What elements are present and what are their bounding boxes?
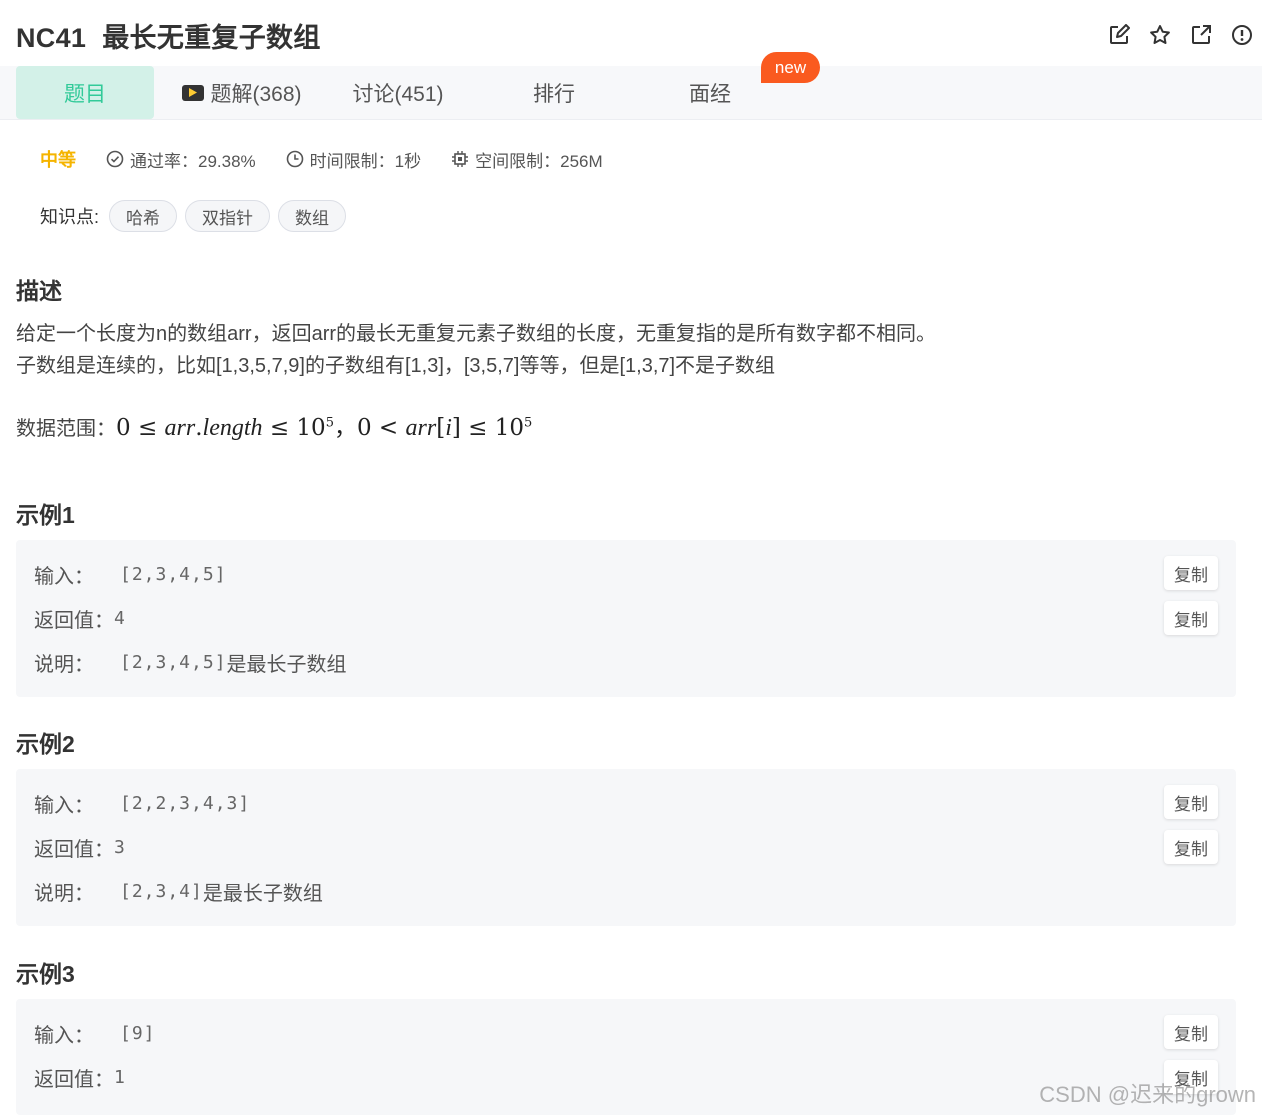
share-icon[interactable]: [1188, 22, 1213, 47]
input-label: 输入：: [34, 795, 94, 817]
example-1-explain-code: [2,3,4,5]: [120, 652, 227, 673]
tab-solutions[interactable]: 题解(368): [178, 66, 306, 119]
clock-icon: [286, 150, 303, 168]
output-label: 返回值：: [34, 839, 114, 861]
knowledge-points: 知识点: 哈希 双指针 数组: [40, 200, 354, 232]
example-2-input-value: [2,2,3,4,3]: [120, 793, 251, 814]
example-2-box: 输入： [2,2,3,4,3] 复制 返回值： 3 复制 说明： [2,3,4]…: [16, 769, 1236, 926]
example-3-output: 返回值： 1: [34, 1063, 126, 1092]
output-label: 返回值：: [34, 1069, 114, 1091]
tag-array[interactable]: 数组: [278, 200, 347, 232]
copy-button[interactable]: 复制: [1164, 556, 1218, 590]
copy-button[interactable]: 复制: [1164, 785, 1218, 819]
example-3-output-value: 1: [114, 1067, 126, 1088]
pass-rate-text: 通过率：29.38%: [130, 151, 256, 171]
copy-button[interactable]: 复制: [1164, 601, 1218, 635]
title-actions: [1106, 22, 1254, 47]
new-badge: new: [761, 52, 820, 83]
tab-rank[interactable]: 排行: [514, 66, 594, 119]
example-2-output-value: 3: [114, 837, 126, 858]
time-limit: 时间限制：1秒: [286, 147, 421, 172]
title-bar: NC41 最长无重复子数组: [0, 0, 1262, 66]
output-label: 返回值：: [34, 610, 114, 632]
problem-name: 最长无重复子数组: [102, 23, 321, 53]
example-2-explain: 说明： [2,3,4] 是最长子数组: [34, 877, 323, 906]
difficulty-label: 中等: [40, 150, 76, 170]
description-line-1: 给定一个长度为n的数组arr，返回arr的最长无重复元素子数组的长度，无重复指的…: [16, 323, 937, 345]
tag-two-pointers[interactable]: 双指针: [185, 200, 271, 232]
example-1-heading: 示例1: [16, 502, 75, 528]
tab-solutions-label: 题解(368): [210, 82, 302, 106]
explain-label: 说明：: [34, 883, 94, 905]
data-range-formula: 0 ≤ arr.length ≤ 105，0 < arr[i] ≤ 105: [116, 415, 533, 441]
description-heading: 描述: [16, 278, 62, 304]
tab-discuss[interactable]: 讨论(451): [344, 66, 452, 119]
example-2-heading: 示例2: [16, 731, 75, 757]
description-line-2: 子数组是连续的，比如[1,3,5,7,9]的子数组有[1,3]，[3,5,7]等…: [16, 355, 776, 377]
chip-icon: [452, 151, 469, 167]
example-2-output: 返回值： 3: [34, 833, 126, 862]
memory-limit: 空间限制：256M: [451, 147, 603, 172]
example-1-explain-text: 是最长子数组: [226, 654, 347, 676]
problem-meta: 中等 通过率：29.38% 时间限制：1秒 空间限制：256M: [40, 146, 633, 172]
example-1-input: 输入： [2,3,4,5]: [34, 560, 227, 589]
example-3-heading: 示例3: [16, 961, 75, 987]
memory-limit-text: 空间限制：256M: [475, 151, 603, 171]
example-3-input: 输入： [9]: [34, 1019, 156, 1048]
input-label: 输入：: [34, 1025, 94, 1047]
tab-interview[interactable]: 面经: [670, 66, 750, 119]
knowledge-label: 知识点:: [40, 207, 100, 227]
example-1-explain: 说明： [2,3,4,5] 是最长子数组: [34, 648, 347, 677]
example-2-input: 输入： [2,2,3,4,3]: [34, 789, 250, 818]
star-icon[interactable]: [1147, 22, 1172, 47]
check-circle-icon: [106, 150, 124, 168]
page-title: NC41 最长无重复子数组: [16, 16, 321, 55]
data-range-label: 数据范围：: [16, 418, 116, 440]
time-limit-text: 时间限制：1秒: [309, 151, 422, 171]
watermark: CSDN @迟来的grown: [1039, 1082, 1256, 1107]
example-3-input-value: [9]: [120, 1023, 156, 1044]
copy-button[interactable]: 复制: [1164, 830, 1218, 864]
example-2-explain-text: 是最长子数组: [202, 883, 323, 905]
explain-label: 说明：: [34, 654, 94, 676]
example-1-output: 返回值： 4: [34, 604, 126, 633]
example-1-box: 输入： [2,3,4,5] 复制 返回值： 4 复制 说明： [2,3,4,5]…: [16, 540, 1236, 697]
tag-hash[interactable]: 哈希: [109, 200, 178, 232]
data-range: 数据范围：0 ≤ arr.length ≤ 105，0 < arr[i] ≤ 1…: [16, 408, 532, 442]
example-2-explain-code: [2,3,4]: [120, 881, 203, 902]
problem-code: NC41: [16, 23, 87, 53]
tab-question[interactable]: 题目: [16, 66, 154, 119]
video-icon: [182, 84, 205, 101]
copy-button[interactable]: 复制: [1164, 1015, 1218, 1049]
example-1-input-value: [2,3,4,5]: [120, 564, 227, 585]
description-text: 给定一个长度为n的数组arr，返回arr的最长无重复元素子数组的长度，无重复指的…: [16, 318, 936, 382]
input-label: 输入：: [34, 566, 94, 588]
example-1-output-value: 4: [114, 608, 126, 629]
edit-icon[interactable]: [1106, 22, 1131, 47]
report-icon[interactable]: [1229, 22, 1254, 47]
tab-bar: 题目 题解(368) 讨论(451) 排行 面经: [0, 66, 1262, 120]
pass-rate: 通过率：29.38%: [106, 147, 256, 172]
